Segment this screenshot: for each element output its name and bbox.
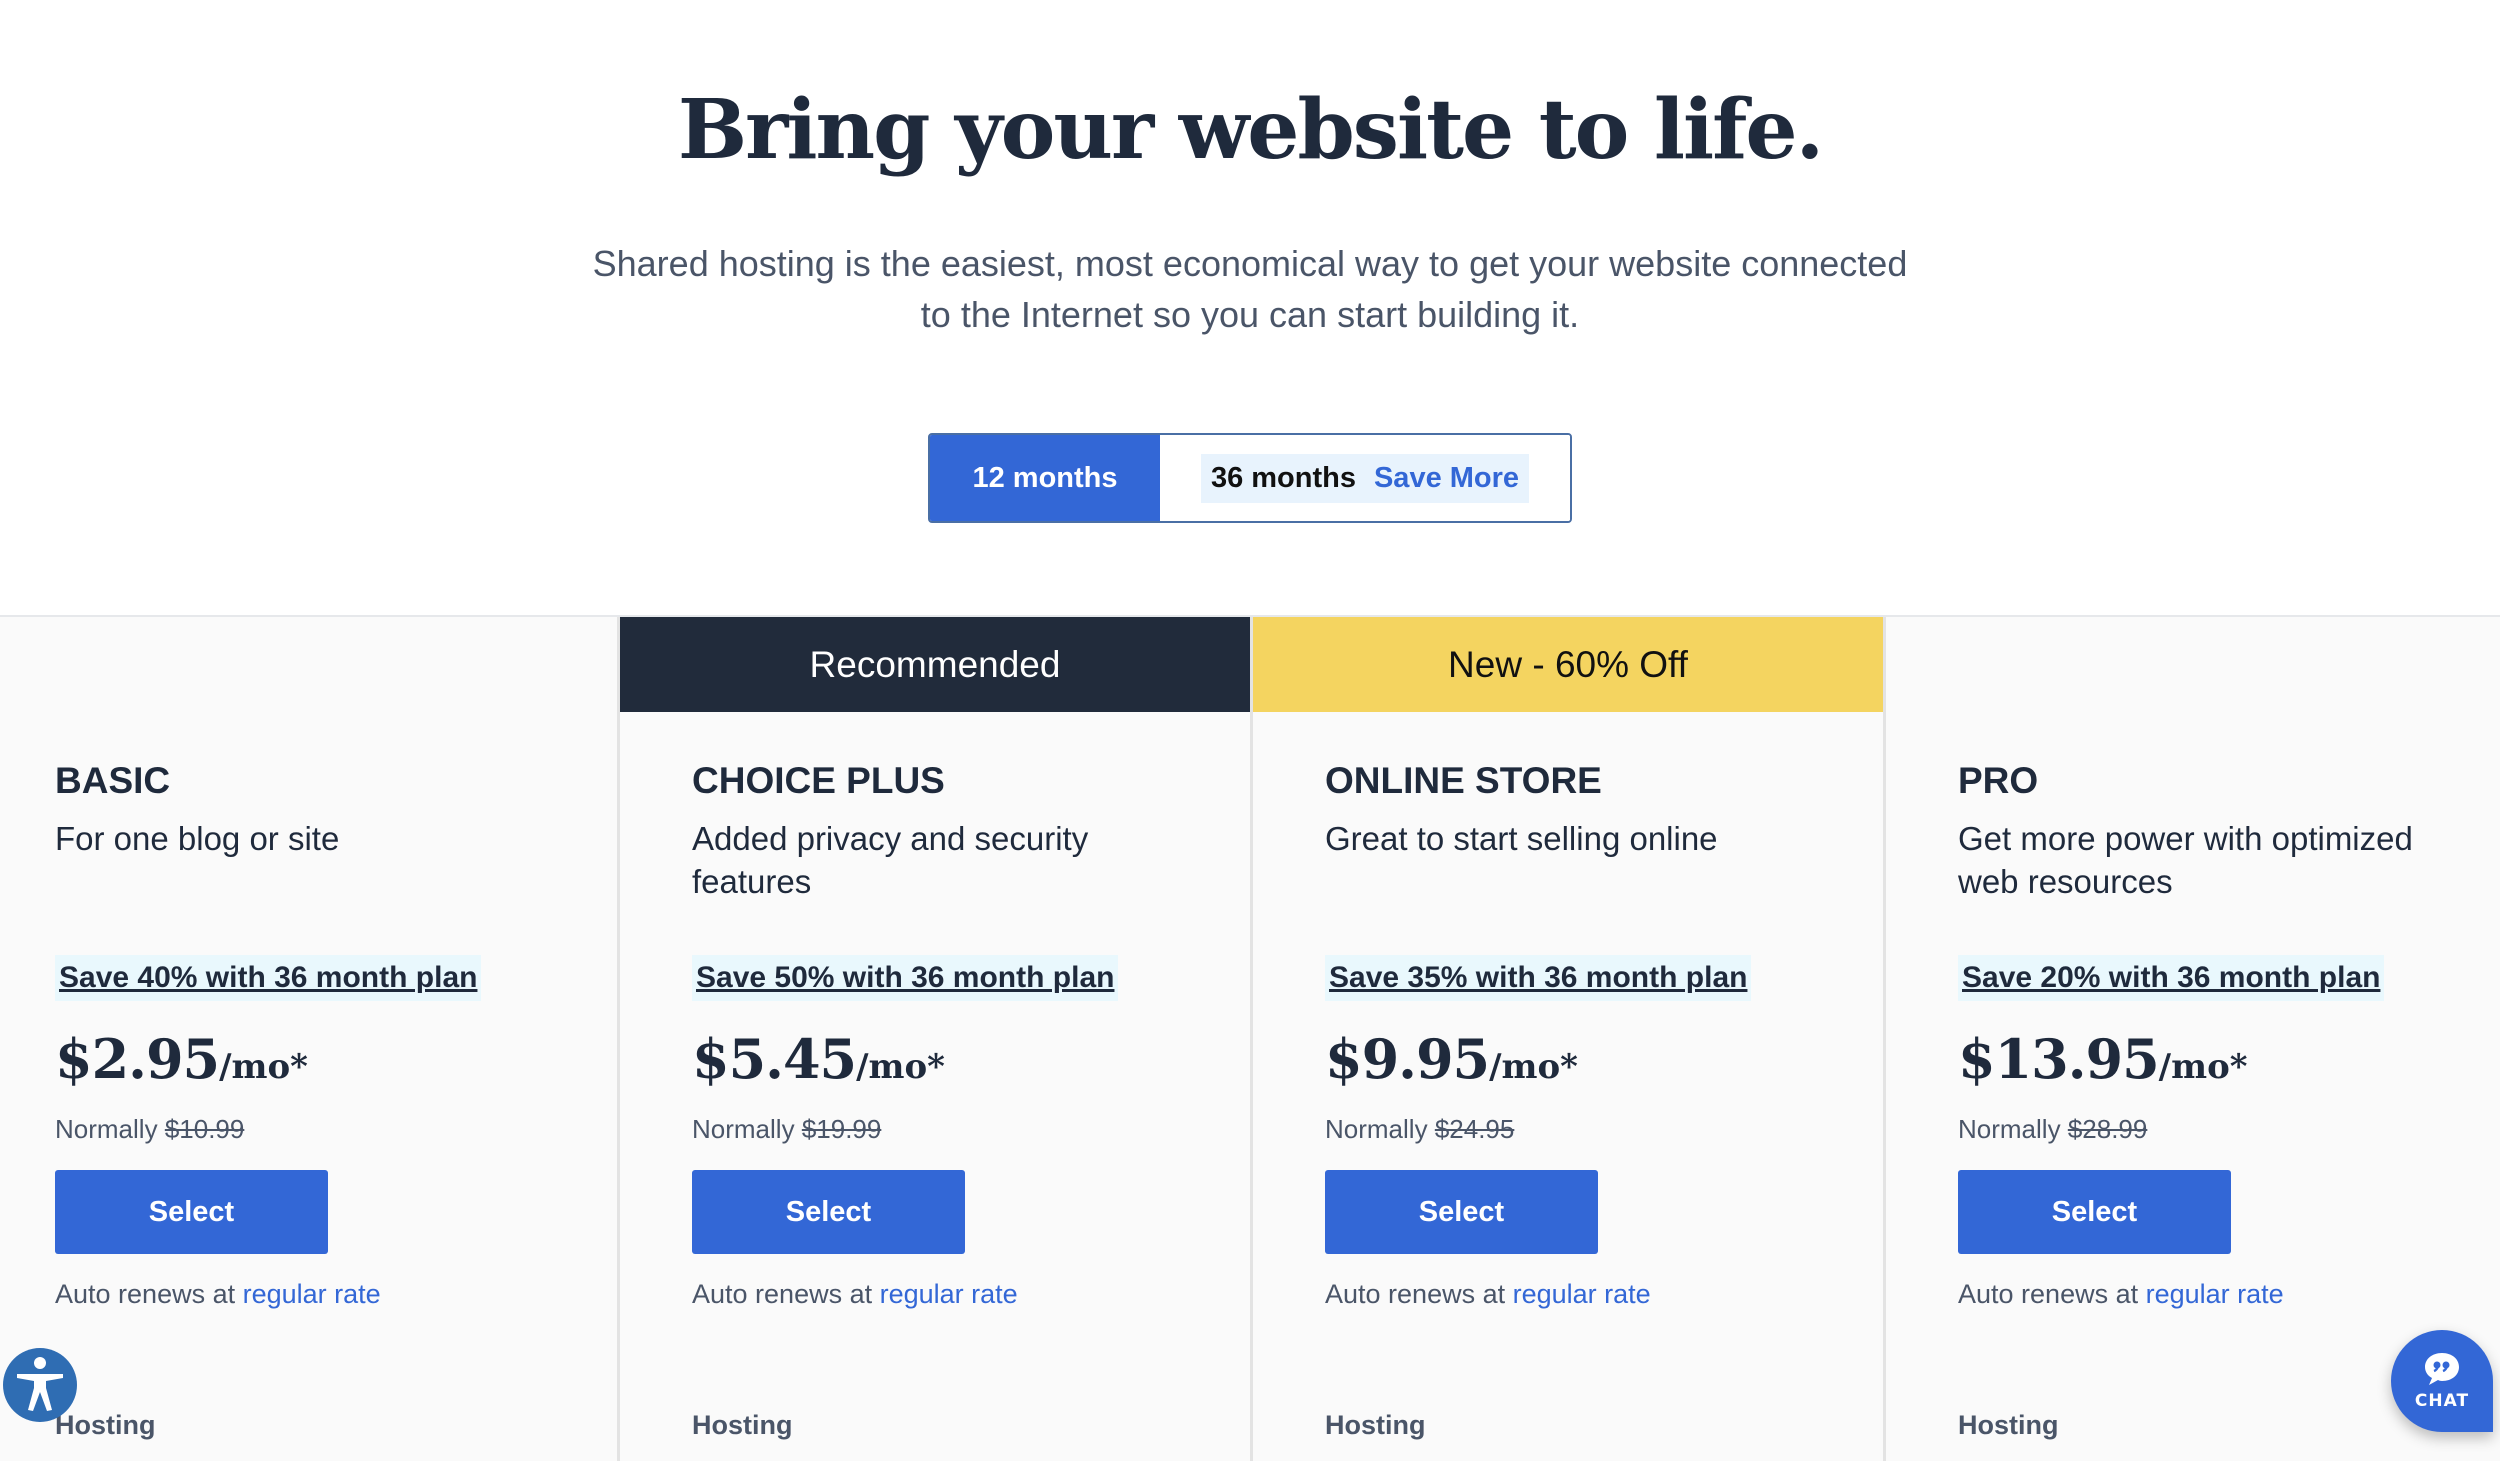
price-amount: $2.95	[55, 1027, 220, 1091]
select-button[interactable]: Select	[1325, 1170, 1598, 1254]
plan-name: CHOICE PLUS	[692, 760, 945, 801]
accessibility-button[interactable]	[3, 1348, 77, 1422]
save-36-month-link[interactable]: Save 35% with 36 month plan	[1325, 955, 1752, 1001]
chat-label: CHAT	[2414, 1391, 2470, 1411]
plan-price: $13.95/mo*	[1958, 1027, 2248, 1091]
normal-price: Normally $10.99	[55, 1114, 244, 1145]
plan-card-basic: BASIC For one blog or site Save 40% with…	[0, 617, 617, 1461]
auto-renew-text: Auto renews at	[692, 1279, 873, 1309]
plan-description: Added privacy and security features	[692, 820, 1089, 900]
auto-renew-note: Auto renews at regular rate	[692, 1279, 1018, 1310]
price-amount: $13.95	[1958, 1027, 2160, 1091]
hosting-section-label: Hosting	[1958, 1410, 2059, 1440]
accessibility-icon	[17, 1357, 63, 1411]
save-36-month-link[interactable]: Save 50% with 36 month plan	[692, 955, 1119, 1001]
regular-rate-link[interactable]: regular rate	[880, 1279, 1018, 1309]
term-36-months-label: 36 months	[1210, 461, 1356, 494]
term-36-months-tab[interactable]: 36 months Save More	[1160, 435, 1570, 521]
auto-renew-text: Auto renews at	[1325, 1279, 1506, 1309]
normally-label: Normally	[692, 1114, 795, 1144]
subtitle-line-2: to the Internet so you can start buildin…	[920, 294, 1580, 335]
price-unit: /mo*	[856, 1047, 945, 1087]
regular-rate-link[interactable]: regular rate	[243, 1279, 381, 1309]
normally-label: Normally	[1958, 1114, 2061, 1144]
plan-description: Great to start selling online	[1325, 820, 1718, 857]
plan-name: BASIC	[55, 760, 171, 801]
auto-renew-text: Auto renews at	[55, 1279, 236, 1309]
plan-card-pro: PRO Get more power with optimized web re…	[1883, 617, 2500, 1461]
normal-price: Normally $19.99	[692, 1114, 881, 1145]
save-36-month-link[interactable]: Save 20% with 36 month plan	[1958, 955, 2385, 1001]
subtitle-line-1: Shared hosting is the easiest, most econ…	[592, 243, 1908, 284]
price-unit: /mo*	[2158, 1047, 2248, 1087]
normal-price-value: $19.99	[801, 1114, 882, 1144]
promo-ribbon: New - 60% Off	[1253, 617, 1883, 712]
page-title: Bring your website to life.	[677, 82, 1824, 178]
normal-price: Normally $28.99	[1958, 1114, 2147, 1145]
recommended-ribbon: Recommended	[620, 617, 1250, 712]
select-button[interactable]: Select	[1958, 1170, 2231, 1254]
select-button[interactable]: Select	[55, 1170, 328, 1254]
auto-renew-note: Auto renews at regular rate	[1958, 1279, 2284, 1310]
page-subtitle: Shared hosting is the easiest, most econ…	[500, 238, 2000, 340]
plan-description: Get more power with optimized web resour…	[1958, 820, 2413, 900]
regular-rate-link[interactable]: regular rate	[1513, 1279, 1651, 1309]
normal-price-value: $10.99	[164, 1114, 245, 1144]
normal-price: Normally $24.95	[1325, 1114, 1514, 1145]
normally-label: Normally	[1325, 1114, 1428, 1144]
plan-price: $5.45/mo*	[692, 1027, 945, 1091]
price-unit: /mo*	[219, 1047, 308, 1087]
term-12-months-label: 12 months	[972, 461, 1118, 494]
plan-name: ONLINE STORE	[1325, 760, 1602, 801]
plan-card-online-store: New - 60% Off ONLINE STORE Great to star…	[1250, 617, 1883, 1461]
plan-price: $2.95/mo*	[55, 1027, 308, 1091]
hosting-section-label: Hosting	[1325, 1410, 1426, 1440]
plans-grid: BASIC For one blog or site Save 40% with…	[0, 615, 2500, 1461]
normally-label: Normally	[55, 1114, 158, 1144]
term-12-months-tab[interactable]: 12 months	[930, 435, 1160, 521]
billing-term-toggle: 12 months 36 months Save More	[928, 433, 1572, 523]
auto-renew-note: Auto renews at regular rate	[55, 1279, 381, 1310]
price-amount: $9.95	[1325, 1027, 1490, 1091]
normal-price-value: $24.95	[1434, 1114, 1515, 1144]
price-amount: $5.45	[692, 1027, 857, 1091]
term-36-months-content: 36 months Save More	[1200, 453, 1530, 503]
price-unit: /mo*	[1489, 1047, 1578, 1087]
auto-renew-note: Auto renews at regular rate	[1325, 1279, 1651, 1310]
regular-rate-link[interactable]: regular rate	[2146, 1279, 2284, 1309]
normal-price-value: $28.99	[2067, 1114, 2148, 1144]
plan-price: $9.95/mo*	[1325, 1027, 1578, 1091]
chat-bubble-quote-icon	[2425, 1353, 2459, 1385]
auto-renew-text: Auto renews at	[1958, 1279, 2139, 1309]
plan-card-choice-plus: Recommended CHOICE PLUS Added privacy an…	[617, 617, 1250, 1461]
save-36-month-link[interactable]: Save 40% with 36 month plan	[55, 955, 482, 1001]
save-more-badge: Save More	[1373, 461, 1520, 494]
chat-button[interactable]: CHAT	[2391, 1330, 2493, 1432]
plan-description: For one blog or site	[55, 820, 340, 857]
plan-name: PRO	[1958, 760, 2039, 801]
select-button[interactable]: Select	[692, 1170, 965, 1254]
hosting-section-label: Hosting	[692, 1410, 793, 1440]
